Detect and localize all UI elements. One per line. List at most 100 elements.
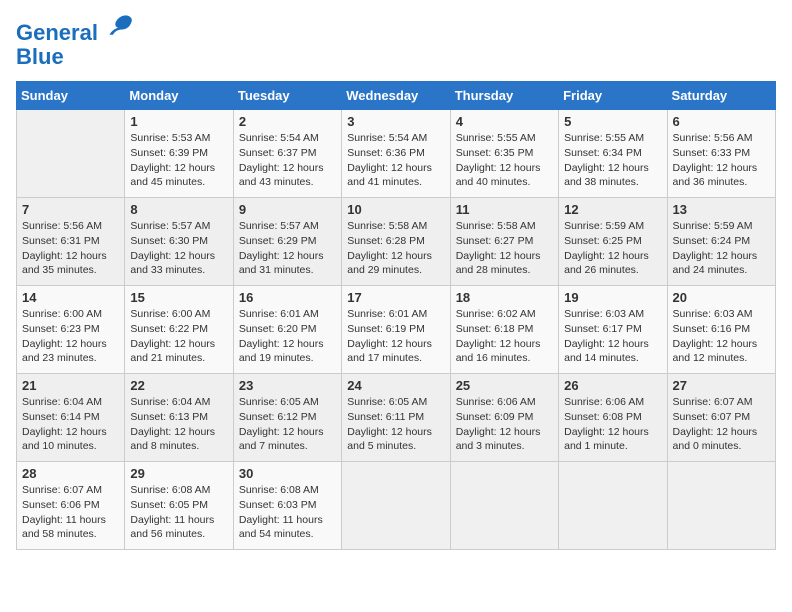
day-info: Sunrise: 6:06 AM Sunset: 6:09 PM Dayligh… xyxy=(456,395,553,454)
day-info: Sunrise: 5:53 AM Sunset: 6:39 PM Dayligh… xyxy=(130,131,227,190)
day-number: 12 xyxy=(564,202,661,217)
day-info: Sunrise: 5:55 AM Sunset: 6:35 PM Dayligh… xyxy=(456,131,553,190)
day-info: Sunrise: 5:58 AM Sunset: 6:28 PM Dayligh… xyxy=(347,219,444,278)
day-number: 24 xyxy=(347,378,444,393)
day-number: 30 xyxy=(239,466,336,481)
calendar-cell: 15 Sunrise: 6:00 AM Sunset: 6:22 PM Dayli… xyxy=(125,286,233,374)
day-number: 25 xyxy=(456,378,553,393)
day-info: Sunrise: 6:04 AM Sunset: 6:13 PM Dayligh… xyxy=(130,395,227,454)
day-info: Sunrise: 5:57 AM Sunset: 6:29 PM Dayligh… xyxy=(239,219,336,278)
logo-blue: Blue xyxy=(16,44,64,69)
calendar-cell: 24 Sunrise: 6:05 AM Sunset: 6:11 PM Dayli… xyxy=(342,374,450,462)
day-number: 15 xyxy=(130,290,227,305)
day-info: Sunrise: 6:04 AM Sunset: 6:14 PM Dayligh… xyxy=(22,395,119,454)
calendar-cell: 22 Sunrise: 6:04 AM Sunset: 6:13 PM Dayli… xyxy=(125,374,233,462)
day-number: 21 xyxy=(22,378,119,393)
day-number: 20 xyxy=(673,290,770,305)
day-info: Sunrise: 5:57 AM Sunset: 6:30 PM Dayligh… xyxy=(130,219,227,278)
day-info: Sunrise: 6:03 AM Sunset: 6:17 PM Dayligh… xyxy=(564,307,661,366)
week-row-2: 7 Sunrise: 5:56 AM Sunset: 6:31 PM Daylig… xyxy=(17,198,776,286)
day-info: Sunrise: 5:58 AM Sunset: 6:27 PM Dayligh… xyxy=(456,219,553,278)
calendar-cell: 16 Sunrise: 6:01 AM Sunset: 6:20 PM Dayli… xyxy=(233,286,341,374)
weekday-header-tuesday: Tuesday xyxy=(233,82,341,110)
logo: General Blue xyxy=(16,16,134,69)
day-number: 18 xyxy=(456,290,553,305)
week-row-5: 28 Sunrise: 6:07 AM Sunset: 6:06 PM Dayli… xyxy=(17,462,776,550)
calendar-cell: 1 Sunrise: 5:53 AM Sunset: 6:39 PM Daylig… xyxy=(125,110,233,198)
calendar-cell xyxy=(450,462,558,550)
week-row-1: 1 Sunrise: 5:53 AM Sunset: 6:39 PM Daylig… xyxy=(17,110,776,198)
weekday-header-monday: Monday xyxy=(125,82,233,110)
day-number: 7 xyxy=(22,202,119,217)
logo-text: General Blue xyxy=(16,16,134,69)
day-number: 29 xyxy=(130,466,227,481)
day-number: 17 xyxy=(347,290,444,305)
calendar-cell xyxy=(342,462,450,550)
weekday-header-sunday: Sunday xyxy=(17,82,125,110)
calendar-cell: 27 Sunrise: 6:07 AM Sunset: 6:07 PM Dayli… xyxy=(667,374,775,462)
day-info: Sunrise: 6:05 AM Sunset: 6:11 PM Dayligh… xyxy=(347,395,444,454)
day-info: Sunrise: 5:55 AM Sunset: 6:34 PM Dayligh… xyxy=(564,131,661,190)
calendar-cell: 10 Sunrise: 5:58 AM Sunset: 6:28 PM Dayli… xyxy=(342,198,450,286)
calendar-cell: 12Sunrise: 5:59 AM Sunset: 6:25 PM Dayli… xyxy=(559,198,667,286)
weekday-header-friday: Friday xyxy=(559,82,667,110)
day-info: Sunrise: 6:01 AM Sunset: 6:19 PM Dayligh… xyxy=(347,307,444,366)
day-number: 22 xyxy=(130,378,227,393)
calendar-cell: 6Sunrise: 5:56 AM Sunset: 6:33 PM Daylig… xyxy=(667,110,775,198)
calendar-cell: 14 Sunrise: 6:00 AM Sunset: 6:23 PM Dayli… xyxy=(17,286,125,374)
day-number: 27 xyxy=(673,378,770,393)
calendar-cell: 18Sunrise: 6:02 AM Sunset: 6:18 PM Dayli… xyxy=(450,286,558,374)
calendar-cell: 13 Sunrise: 5:59 AM Sunset: 6:24 PM Dayli… xyxy=(667,198,775,286)
day-number: 1 xyxy=(130,114,227,129)
weekday-header-wednesday: Wednesday xyxy=(342,82,450,110)
week-row-3: 14 Sunrise: 6:00 AM Sunset: 6:23 PM Dayli… xyxy=(17,286,776,374)
day-info: Sunrise: 6:05 AM Sunset: 6:12 PM Dayligh… xyxy=(239,395,336,454)
day-info: Sunrise: 5:54 AM Sunset: 6:36 PM Dayligh… xyxy=(347,131,444,190)
day-number: 11 xyxy=(456,202,553,217)
day-number: 8 xyxy=(130,202,227,217)
day-info: Sunrise: 6:07 AM Sunset: 6:06 PM Dayligh… xyxy=(22,483,119,542)
weekday-header-thursday: Thursday xyxy=(450,82,558,110)
calendar-cell xyxy=(667,462,775,550)
day-info: Sunrise: 6:00 AM Sunset: 6:23 PM Dayligh… xyxy=(22,307,119,366)
day-number: 10 xyxy=(347,202,444,217)
calendar-cell: 5 Sunrise: 5:55 AM Sunset: 6:34 PM Daylig… xyxy=(559,110,667,198)
calendar-cell: 28 Sunrise: 6:07 AM Sunset: 6:06 PM Dayli… xyxy=(17,462,125,550)
calendar-cell: 20 Sunrise: 6:03 AM Sunset: 6:16 PM Dayli… xyxy=(667,286,775,374)
calendar-cell xyxy=(559,462,667,550)
day-number: 26 xyxy=(564,378,661,393)
calendar-cell: 17 Sunrise: 6:01 AM Sunset: 6:19 PM Dayli… xyxy=(342,286,450,374)
day-info: Sunrise: 6:08 AM Sunset: 6:03 PM Dayligh… xyxy=(239,483,336,542)
day-number: 9 xyxy=(239,202,336,217)
day-number: 23 xyxy=(239,378,336,393)
calendar-cell: 4Sunrise: 5:55 AM Sunset: 6:35 PM Daylig… xyxy=(450,110,558,198)
week-row-4: 21 Sunrise: 6:04 AM Sunset: 6:14 PM Dayli… xyxy=(17,374,776,462)
page-header: General Blue xyxy=(16,16,776,69)
calendar-cell: 30 Sunrise: 6:08 AM Sunset: 6:03 PM Dayli… xyxy=(233,462,341,550)
day-number: 3 xyxy=(347,114,444,129)
day-info: Sunrise: 6:03 AM Sunset: 6:16 PM Dayligh… xyxy=(673,307,770,366)
calendar-cell xyxy=(17,110,125,198)
day-number: 2 xyxy=(239,114,336,129)
day-info: Sunrise: 6:00 AM Sunset: 6:22 PM Dayligh… xyxy=(130,307,227,366)
day-number: 5 xyxy=(564,114,661,129)
calendar-cell: 29 Sunrise: 6:08 AM Sunset: 6:05 PM Dayli… xyxy=(125,462,233,550)
calendar-cell: 19Sunrise: 6:03 AM Sunset: 6:17 PM Dayli… xyxy=(559,286,667,374)
day-info: Sunrise: 5:56 AM Sunset: 6:31 PM Dayligh… xyxy=(22,219,119,278)
day-number: 16 xyxy=(239,290,336,305)
day-info: Sunrise: 6:01 AM Sunset: 6:20 PM Dayligh… xyxy=(239,307,336,366)
day-info: Sunrise: 5:59 AM Sunset: 6:24 PM Dayligh… xyxy=(673,219,770,278)
day-number: 6 xyxy=(673,114,770,129)
calendar-cell: 21 Sunrise: 6:04 AM Sunset: 6:14 PM Dayli… xyxy=(17,374,125,462)
calendar-body: 1 Sunrise: 5:53 AM Sunset: 6:39 PM Daylig… xyxy=(17,110,776,550)
day-number: 14 xyxy=(22,290,119,305)
logo-general: General xyxy=(16,20,98,45)
calendar-cell: 23 Sunrise: 6:05 AM Sunset: 6:12 PM Dayli… xyxy=(233,374,341,462)
calendar-header-row: SundayMondayTuesdayWednesdayThursdayFrid… xyxy=(17,82,776,110)
day-info: Sunrise: 6:07 AM Sunset: 6:07 PM Dayligh… xyxy=(673,395,770,454)
calendar-cell: 9 Sunrise: 5:57 AM Sunset: 6:29 PM Daylig… xyxy=(233,198,341,286)
day-number: 28 xyxy=(22,466,119,481)
day-info: Sunrise: 6:08 AM Sunset: 6:05 PM Dayligh… xyxy=(130,483,227,542)
day-info: Sunrise: 6:06 AM Sunset: 6:08 PM Dayligh… xyxy=(564,395,661,454)
day-number: 13 xyxy=(673,202,770,217)
